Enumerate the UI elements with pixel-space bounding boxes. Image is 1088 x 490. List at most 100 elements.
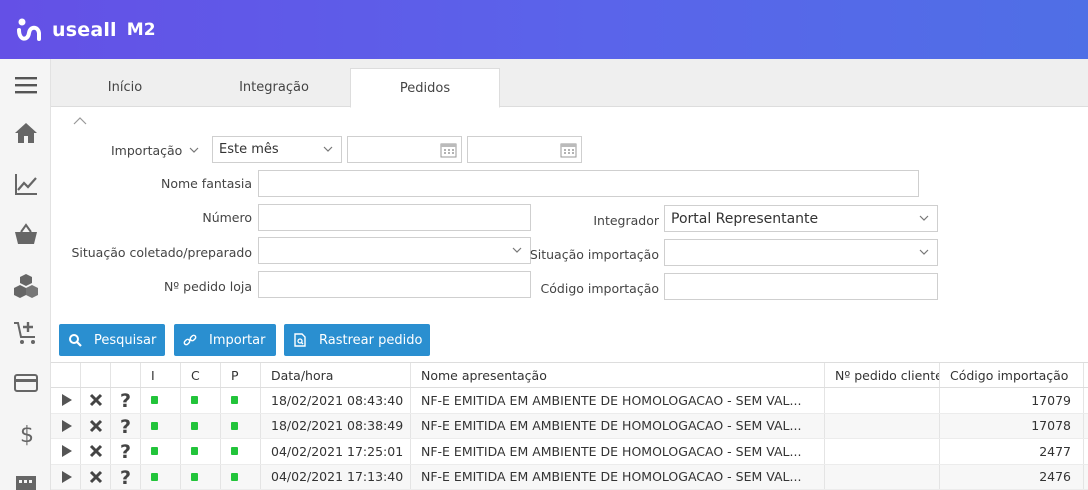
- numero-input[interactable]: [258, 204, 531, 231]
- table-row[interactable]: ? 04/02/2021 17:25:01 NF-E EMITIDA EM AM…: [51, 439, 1088, 465]
- data-inicio-field[interactable]: [347, 136, 462, 163]
- col-c[interactable]: C: [181, 363, 221, 387]
- data-fim-field[interactable]: [467, 136, 582, 163]
- delete-icon[interactable]: [89, 444, 103, 458]
- expand-arrow-icon[interactable]: [60, 445, 72, 458]
- importar-label: Importar: [209, 332, 266, 348]
- status-i-indicator: [151, 472, 158, 481]
- col-p[interactable]: P: [221, 363, 261, 387]
- tab-integracao[interactable]: Integração: [199, 68, 349, 107]
- col-delete: [81, 363, 111, 387]
- situacao-importacao-label: Situação importação: [529, 247, 659, 262]
- expand-arrow-icon[interactable]: [60, 394, 72, 407]
- situacao-coletado-select[interactable]: [258, 237, 531, 264]
- document-search-icon: [294, 333, 306, 347]
- row-pedido-cliente: [825, 464, 940, 489]
- expand-arrow-icon[interactable]: [60, 470, 72, 483]
- sidebar-item-home[interactable]: [0, 115, 51, 151]
- importacao-chevron-icon[interactable]: [189, 146, 199, 154]
- row-codigo: 17079: [940, 388, 1084, 413]
- row-nome: NF-E EMITIDA EM AMBIENTE DE HOMOLOGACAO …: [411, 439, 825, 464]
- row-data-hora: 04/02/2021 17:13:40: [261, 464, 411, 489]
- brand-version: M2: [126, 19, 156, 40]
- importar-button[interactable]: Importar: [174, 324, 276, 356]
- table-row[interactable]: ? 18/02/2021 08:38:49 NF-E EMITIDA EM AM…: [51, 413, 1088, 439]
- status-i-indicator: [151, 447, 158, 456]
- codigo-importacao-input[interactable]: [664, 273, 938, 300]
- sidebar-item-sales[interactable]: [0, 216, 51, 252]
- integrador-label: Integrador: [593, 213, 659, 228]
- status-i-indicator: [151, 421, 158, 430]
- row-codigo: 2476: [940, 464, 1084, 489]
- svg-text:?: ?: [120, 442, 131, 460]
- expand-arrow-icon[interactable]: [60, 419, 72, 432]
- col-expand: [51, 363, 81, 387]
- row-pedido-cliente: [825, 388, 940, 413]
- status-p-indicator: [231, 396, 238, 405]
- periodo-value: Este mês: [219, 142, 279, 157]
- basket-icon: [14, 223, 37, 244]
- calendar-icon[interactable]: [560, 141, 577, 158]
- calendar-icon[interactable]: [440, 141, 457, 158]
- top-header: useall M2: [0, 0, 1088, 59]
- logo-mark-icon: [17, 18, 41, 41]
- codigo-importacao-label: Código importação: [540, 281, 659, 296]
- col-pedido-cliente[interactable]: Nº pedido cliente: [825, 363, 940, 387]
- pedido-loja-input[interactable]: [258, 271, 531, 298]
- integrador-value: Portal Representante: [671, 210, 819, 227]
- tab-pedidos[interactable]: Pedidos: [350, 68, 500, 108]
- col-help: [111, 363, 141, 387]
- status-c-indicator: [191, 472, 198, 481]
- svg-text:$: $: [20, 423, 34, 446]
- row-nome: NF-E EMITIDA EM AMBIENTE DE HOMOLOGACAO …: [411, 464, 825, 489]
- delete-icon[interactable]: [89, 419, 103, 433]
- table-row[interactable]: ? 04/02/2021 17:13:40 NF-E EMITIDA EM AM…: [51, 464, 1088, 490]
- nome-fantasia-input[interactable]: [258, 170, 919, 197]
- help-icon[interactable]: ?: [119, 417, 133, 435]
- col-codigo-importacao[interactable]: Código importação: [940, 363, 1084, 387]
- situacao-importacao-select[interactable]: [664, 239, 938, 266]
- sidebar-item-orders[interactable]: [0, 315, 51, 351]
- status-p-indicator: [231, 421, 238, 430]
- row-pedido-cliente: [825, 439, 940, 464]
- pesquisar-button[interactable]: Pesquisar: [59, 324, 165, 356]
- sidebar-item-finance[interactable]: $: [0, 415, 51, 451]
- table-row[interactable]: ? 18/02/2021 08:43:40 NF-E EMITIDA EM AM…: [51, 388, 1088, 414]
- grid-header: I C P Data/hora Nome apresentação Nº ped…: [51, 362, 1088, 388]
- brand-name: useall: [52, 18, 117, 41]
- col-data-hora[interactable]: Data/hora: [261, 363, 411, 387]
- delete-icon[interactable]: [89, 470, 103, 484]
- row-data-hora: 18/02/2021 08:38:49: [261, 413, 411, 438]
- help-icon[interactable]: ?: [119, 468, 133, 486]
- sidebar: $: [0, 59, 51, 490]
- search-icon: [69, 334, 82, 347]
- collapse-filters-icon[interactable]: [73, 116, 87, 126]
- periodo-select[interactable]: Este mês: [212, 136, 342, 163]
- col-i[interactable]: I: [141, 363, 181, 387]
- help-icon[interactable]: ?: [119, 391, 133, 409]
- col-nome-apresentacao[interactable]: Nome apresentação: [411, 363, 825, 387]
- help-icon[interactable]: ?: [119, 442, 133, 460]
- row-codigo: 17078: [940, 413, 1084, 438]
- menu-button[interactable]: [0, 67, 51, 103]
- importacao-label: Importação: [111, 143, 183, 158]
- status-c-indicator: [191, 447, 198, 456]
- chevron-down-icon: [512, 247, 522, 253]
- cart-add-icon: [13, 322, 35, 344]
- rastrear-pedido-button[interactable]: Rastrear pedido: [284, 324, 430, 356]
- integrador-select[interactable]: Portal Representante: [664, 205, 938, 232]
- row-nome: NF-E EMITIDA EM AMBIENTE DE HOMOLOGACAO …: [411, 388, 825, 413]
- app-logo[interactable]: useall M2: [16, 17, 156, 43]
- sidebar-item-calculator[interactable]: [0, 463, 51, 490]
- row-data-hora: 18/02/2021 08:43:40: [261, 388, 411, 413]
- sidebar-item-charts[interactable]: [0, 166, 51, 202]
- status-c-indicator: [191, 421, 198, 430]
- sidebar-item-payments[interactable]: [0, 365, 51, 401]
- delete-icon[interactable]: [89, 393, 103, 407]
- row-codigo: 2477: [940, 439, 1084, 464]
- credit-card-icon: [13, 374, 38, 392]
- calculator-icon: [15, 476, 36, 490]
- tab-inicio[interactable]: Início: [51, 68, 199, 107]
- home-icon: [14, 123, 37, 143]
- sidebar-item-products[interactable]: [0, 267, 51, 303]
